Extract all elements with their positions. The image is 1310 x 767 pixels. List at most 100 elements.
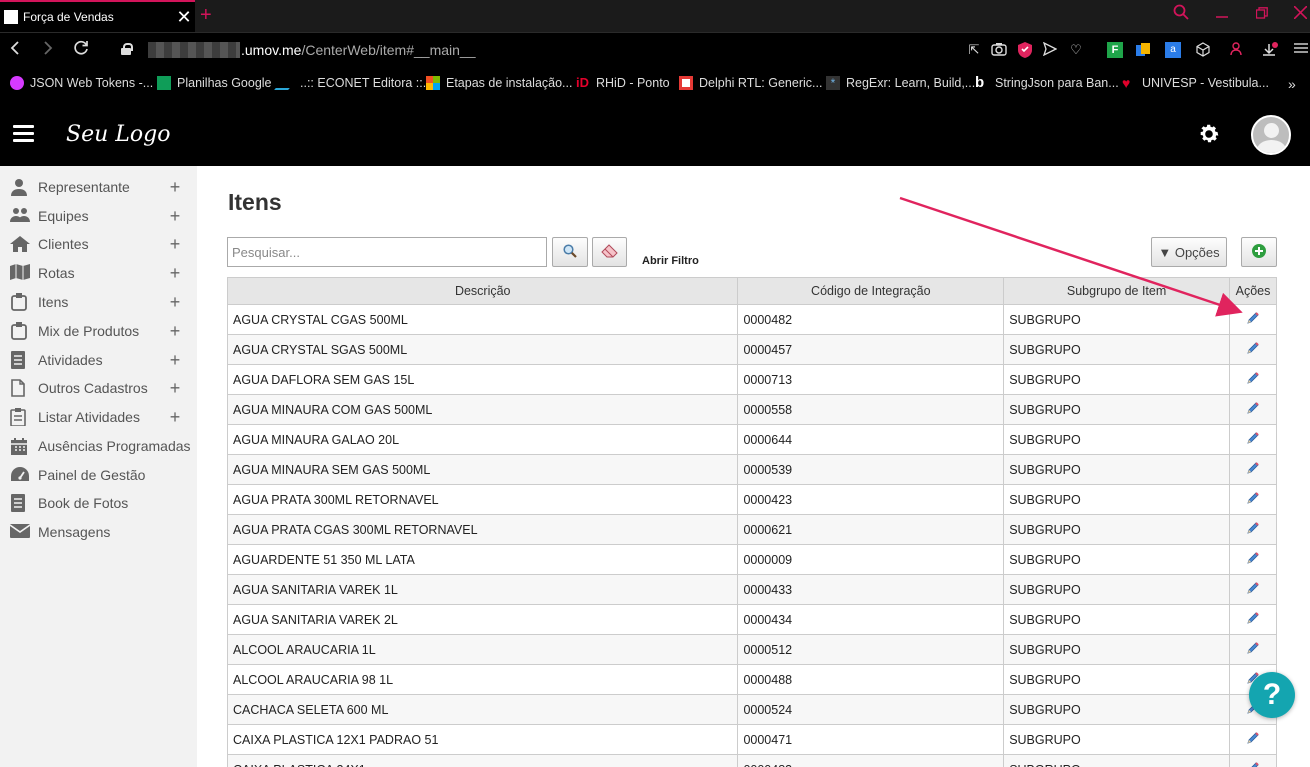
edit-pencil-icon[interactable] [1246, 311, 1260, 325]
tab-search-icon[interactable] [1166, 4, 1196, 27]
sidebar-item-itens[interactable]: Itens + [0, 288, 197, 316]
table-row[interactable]: ALCOOL ARAUCARIA 1L 0000512 SUBGRUPO [226, 634, 1278, 665]
table-row[interactable]: AGUA SANITARIA VAREK 2L 0000434 SUBGRUPO [226, 604, 1278, 635]
options-button[interactable]: ▼ Opções [1151, 237, 1227, 267]
edit-pencil-icon[interactable] [1246, 761, 1260, 767]
sidebar-item-ausencias-programadas[interactable]: Ausências Programadas [0, 432, 197, 460]
edit-pencil-icon[interactable] [1246, 401, 1260, 415]
edit-pencil-icon[interactable] [1246, 551, 1260, 565]
download-icon[interactable] [1262, 42, 1278, 58]
column-header-subgrupo[interactable]: Subgrupo de Item [1003, 277, 1230, 305]
column-header-descricao[interactable]: Descrição [226, 277, 739, 305]
edit-pencil-icon[interactable] [1246, 611, 1260, 625]
sidebar-item-representante[interactable]: Representante + [0, 173, 197, 201]
gear-icon[interactable] [1197, 122, 1221, 146]
bookmark-univesp[interactable]: ♥ UNIVESP - Vestibula... [1122, 76, 1269, 90]
bookmark-sheets[interactable]: Planilhas Google [157, 76, 272, 90]
bookmark-econet[interactable]: ..:: ECONET Editora ::... [274, 76, 433, 90]
table-row[interactable]: AGUA MINAURA COM GAS 500ML 0000558 SUBGRUP… [226, 394, 1278, 425]
menu-icon[interactable] [1293, 42, 1309, 58]
browser-tab[interactable]: Força de Vendas ✕ [0, 0, 195, 32]
table-row[interactable]: AGUA MINAURA SEM GAS 500ML 0000539 SUBGRUP… [226, 454, 1278, 485]
table-row[interactable]: AGUA PRATA CGAS 300ML RETORNAVEL 0000621 S… [226, 514, 1278, 545]
expand-plus-icon[interactable]: + [165, 378, 185, 399]
forward-icon[interactable] [37, 40, 59, 60]
edit-pencil-icon[interactable] [1246, 341, 1260, 355]
table-row[interactable]: AGUA SANITARIA VAREK 1L 0000433 SUBGRUPO [226, 574, 1278, 605]
cube-icon[interactable] [1195, 42, 1211, 58]
sidebar-item-atividades[interactable]: Atividades + [0, 346, 197, 374]
heart-icon[interactable]: ♡ [1068, 42, 1084, 58]
restore-icon[interactable] [1247, 4, 1277, 26]
extension-files-icon[interactable] [1135, 42, 1151, 58]
add-item-button[interactable] [1241, 237, 1277, 267]
edit-pencil-icon[interactable] [1246, 641, 1260, 655]
minimize-icon[interactable] [1207, 4, 1237, 26]
open-filter-link[interactable]: Abrir Filtro [642, 255, 699, 267]
expand-plus-icon[interactable]: + [165, 206, 185, 227]
close-window-icon[interactable] [1285, 4, 1310, 26]
hamburger-menu-icon[interactable] [13, 125, 34, 143]
app-logo[interactable]: Seu Logo [66, 122, 170, 147]
sidebar-item-listar-atividades[interactable]: Listar Atividades + [0, 403, 197, 431]
sidebar-item-rotas[interactable]: Rotas + [0, 259, 197, 287]
expand-plus-icon[interactable]: + [165, 263, 185, 284]
table-row[interactable]: CACHACA SELETA 600 ML 0000524 SUBGRUPO [226, 694, 1278, 725]
user-avatar[interactable] [1251, 115, 1291, 155]
expand-plus-icon[interactable]: + [165, 407, 185, 428]
send-icon[interactable] [1042, 41, 1058, 58]
edit-pencil-icon[interactable] [1246, 581, 1260, 595]
clear-search-button[interactable] [592, 237, 627, 267]
sidebar-item-equipes[interactable]: Equipes + [0, 202, 197, 230]
edit-pencil-icon[interactable] [1246, 521, 1260, 535]
share-icon[interactable]: ⇱ [966, 42, 982, 58]
lock-icon[interactable] [121, 43, 133, 55]
reload-icon[interactable] [70, 40, 92, 60]
expand-plus-icon[interactable]: + [165, 350, 185, 371]
sidebar-item-clientes[interactable]: Clientes + [0, 230, 197, 258]
edit-pencil-icon[interactable] [1246, 491, 1260, 505]
table-row[interactable]: AGUA CRYSTAL CGAS 500ML 0000482 SUBGRUPO [226, 304, 1278, 335]
column-header-codigo[interactable]: Código de Integração [737, 277, 1005, 305]
translate-icon[interactable]: a [1165, 42, 1181, 58]
bookmarks-overflow-icon[interactable]: » [1288, 76, 1296, 92]
edit-pencil-icon[interactable] [1246, 371, 1260, 385]
bookmark-delphi[interactable]: Delphi RTL: Generic... [679, 76, 822, 90]
expand-plus-icon[interactable]: + [165, 177, 185, 198]
expand-plus-icon[interactable]: + [165, 234, 185, 255]
tab-close-icon[interactable]: ✕ [173, 8, 195, 26]
bookmark-windows[interactable]: Etapas de instalação... [426, 76, 572, 90]
sidebar-item-painel-de-gestao[interactable]: Painel de Gestão [0, 461, 197, 489]
bookmark-rhid[interactable]: iD RHiD - Ponto [576, 76, 670, 91]
edit-pencil-icon[interactable] [1246, 731, 1260, 745]
table-row[interactable]: AGUARDENTE 51 350 ML LATA 0000009 SUBGRUPO [226, 544, 1278, 575]
table-row[interactable]: CAIXA PLASTICA 24X10000483SUBGRUPO [226, 754, 1278, 767]
table-row[interactable]: ALCOOL ARAUCARIA 98 1L 0000488 SUBGRUPO [226, 664, 1278, 695]
table-row[interactable]: AGUA CRYSTAL SGAS 500ML 0000457 SUBGRUPO [226, 334, 1278, 365]
help-button[interactable]: ? [1249, 672, 1295, 718]
search-button[interactable] [552, 237, 588, 267]
bookmark-stringjson[interactable]: b StringJson para Ban... [975, 75, 1119, 90]
back-icon[interactable] [4, 40, 26, 60]
table-row[interactable]: CAIXA PLASTICA 12X1 PADRAO 51 0000471 SUBG… [226, 724, 1278, 755]
new-tab-button[interactable]: + [200, 2, 212, 28]
sidebar-item-mensagens[interactable]: Mensagens [0, 518, 197, 546]
profile-icon[interactable] [1228, 42, 1244, 58]
extension-f-icon[interactable]: F [1107, 42, 1123, 58]
camera-icon[interactable] [991, 42, 1007, 58]
search-input[interactable] [227, 237, 547, 267]
bookmark-regexr[interactable]: * RegExr: Learn, Build,... [826, 76, 975, 90]
shield-icon[interactable] [1017, 42, 1033, 58]
bookmark-jwt[interactable]: JSON Web Tokens -... [10, 76, 153, 90]
edit-pencil-icon[interactable] [1246, 431, 1260, 445]
url-field[interactable]: .umov.me/CenterWeb/item#__main__ [241, 42, 476, 58]
sidebar-item-book-de-fotos[interactable]: Book de Fotos [0, 489, 197, 517]
expand-plus-icon[interactable]: + [165, 292, 185, 313]
expand-plus-icon[interactable]: + [165, 321, 185, 342]
table-row[interactable]: AGUA MINAURA GALAO 20L 0000644 SUBGRUPO [226, 424, 1278, 455]
edit-pencil-icon[interactable] [1246, 461, 1260, 475]
table-row[interactable]: AGUA PRATA 300ML RETORNAVEL 0000423 SUBGRU… [226, 484, 1278, 515]
table-row[interactable]: AGUA DAFLORA SEM GAS 15L 0000713 SUBGRUPO [226, 364, 1278, 395]
sidebar-item-outros-cadastros[interactable]: Outros Cadastros + [0, 374, 197, 402]
sidebar-item-mix-de-produtos[interactable]: Mix de Produtos + [0, 317, 197, 345]
